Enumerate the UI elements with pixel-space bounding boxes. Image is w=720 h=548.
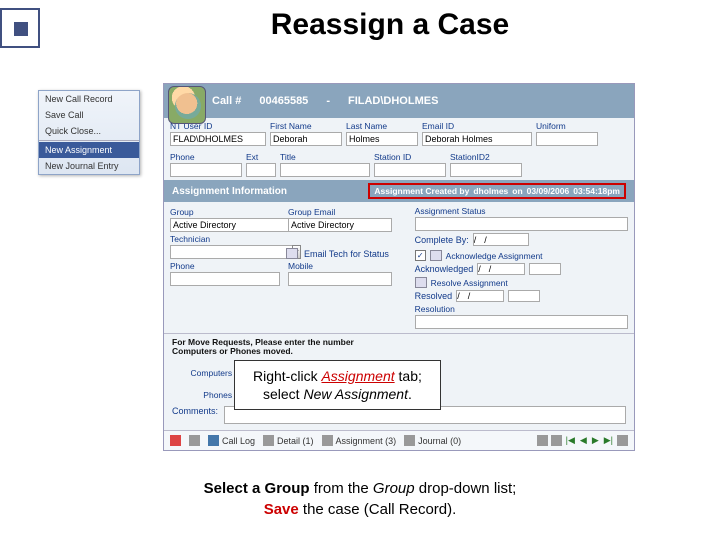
station2-input[interactable] <box>450 163 522 177</box>
journal-icon <box>404 435 415 446</box>
page-title: Reassign a Case <box>100 8 680 42</box>
resize-icon[interactable] <box>617 435 628 446</box>
ntid-input[interactable] <box>170 132 266 146</box>
emailtech-label: Email Tech for Status <box>304 249 389 259</box>
created-by-box: Assignment Created by dholmes on 03/09/2… <box>368 183 626 199</box>
pin-icon <box>189 435 200 446</box>
group-dropdown[interactable]: ▼ <box>170 218 280 232</box>
menu-new-journal[interactable]: New Journal Entry <box>39 158 139 174</box>
tab-detail[interactable]: Detail (1) <box>263 435 314 446</box>
last-label: Last Name <box>346 121 418 131</box>
resolved-time[interactable] <box>508 290 540 302</box>
comments-label: Comments: <box>172 406 218 416</box>
pencil-icon[interactable] <box>415 277 427 288</box>
nav-next[interactable]: ▶ <box>591 435 600 446</box>
station-label: Station ID <box>374 152 446 162</box>
title-label: Title <box>280 152 370 162</box>
ackd-time[interactable] <box>529 263 561 275</box>
menu-quick-close[interactable]: Quick Close... <box>39 123 139 139</box>
resolve-label: Resolve Assignment <box>431 278 508 288</box>
context-menu: New Call Record Save Call Quick Close...… <box>38 90 140 175</box>
station-input[interactable] <box>374 163 446 177</box>
menu-new-call[interactable]: New Call Record <box>39 91 139 107</box>
ackd-date[interactable] <box>477 263 525 275</box>
first-label: First Name <box>270 121 342 131</box>
menu-save-call[interactable]: Save Call <box>39 107 139 123</box>
assignment-body: Group ▼ Group Email Technician ▼ Email T… <box>164 202 634 331</box>
tab-call-log[interactable]: Call Log <box>208 435 255 446</box>
detail-icon <box>263 435 274 446</box>
tech-label: Technician <box>170 234 280 244</box>
complete-date[interactable] <box>473 233 529 246</box>
grid2-icon[interactable] <box>551 435 562 446</box>
uniform-input[interactable] <box>536 132 598 146</box>
bottom-tab-bar: Call Log Detail (1) Assignment (3) Journ… <box>164 430 634 450</box>
call-num: 00465585 <box>259 95 308 107</box>
section-title: Assignment Information <box>172 186 287 197</box>
nav-first[interactable]: |◀ <box>565 435 576 446</box>
complete-label: Complete By: <box>415 235 469 245</box>
ext-input[interactable] <box>246 163 276 177</box>
gemail-input[interactable] <box>288 218 392 232</box>
header-sep: - <box>326 95 330 107</box>
app-icon <box>170 435 181 446</box>
last-input[interactable] <box>346 132 418 146</box>
email-label: Email ID <box>422 121 532 131</box>
nav-last[interactable]: ▶| <box>603 435 614 446</box>
ackd-label: Acknowledged <box>415 264 474 274</box>
instruction-callout: Right-click Assignment tab; select New A… <box>234 360 441 410</box>
mail-icon[interactable] <box>286 248 298 259</box>
footer-instruction: Select a Group from the Group drop-down … <box>0 478 720 520</box>
phone-input[interactable] <box>170 163 242 177</box>
resolved-label: Resolved <box>415 291 453 301</box>
header-user: FILAD\DHOLMES <box>348 95 438 107</box>
status-input[interactable] <box>415 217 628 231</box>
move-note-2: Computers or Phones moved. <box>172 347 626 356</box>
user-avatar-icon <box>168 86 206 124</box>
mobile-input[interactable] <box>288 272 392 286</box>
call-num-label: Call # <box>212 95 241 107</box>
grid-icon[interactable] <box>537 435 548 446</box>
flag-icon <box>430 250 442 261</box>
ack-label: Acknowledge Assignment <box>446 251 543 261</box>
slide-corner-decoration <box>0 8 40 48</box>
status-label: Assignment Status <box>415 206 628 216</box>
assignment-icon <box>322 435 333 446</box>
resolved-date[interactable] <box>456 290 504 302</box>
aphone-input[interactable] <box>170 272 280 286</box>
call-header: Call # 00465585 - FILAD\DHOLMES <box>164 84 634 118</box>
group-label: Group <box>170 207 280 217</box>
user-row-1: NT User ID First Name Last Name Email ID… <box>164 118 634 149</box>
tech-dropdown[interactable]: ▼ <box>170 245 280 259</box>
ext-label: Ext <box>246 152 276 162</box>
gemail-label: Group Email <box>288 207 392 217</box>
instruction-new-assignment: New Assignment <box>303 386 408 402</box>
resolution-input[interactable] <box>415 315 628 329</box>
station2-label: StationID2 <box>450 152 522 162</box>
title-input[interactable] <box>280 163 370 177</box>
phone-label: Phone <box>170 152 242 162</box>
resolution-label: Resolution <box>415 304 628 314</box>
assignment-section-bar: Assignment Information Assignment Create… <box>164 180 634 202</box>
ack-checkbox[interactable]: ✓ <box>415 250 426 261</box>
menu-new-assignment[interactable]: New Assignment <box>39 142 139 158</box>
aphone-label: Phone <box>170 261 280 271</box>
email-input[interactable] <box>422 132 532 146</box>
first-input[interactable] <box>270 132 342 146</box>
record-nav: |◀ ◀ ▶ ▶| <box>537 435 628 446</box>
tab-assignment[interactable]: Assignment (3) <box>322 435 397 446</box>
tab-journal[interactable]: Journal (0) <box>404 435 461 446</box>
user-row-2: Phone Ext Title Station ID StationID2 <box>164 149 634 180</box>
mobile-label: Mobile <box>288 261 392 271</box>
nav-prev[interactable]: ◀ <box>579 435 588 446</box>
uniform-label: Uniform <box>536 121 598 131</box>
calllog-icon <box>208 435 219 446</box>
instruction-assignment: Assignment <box>321 368 394 384</box>
